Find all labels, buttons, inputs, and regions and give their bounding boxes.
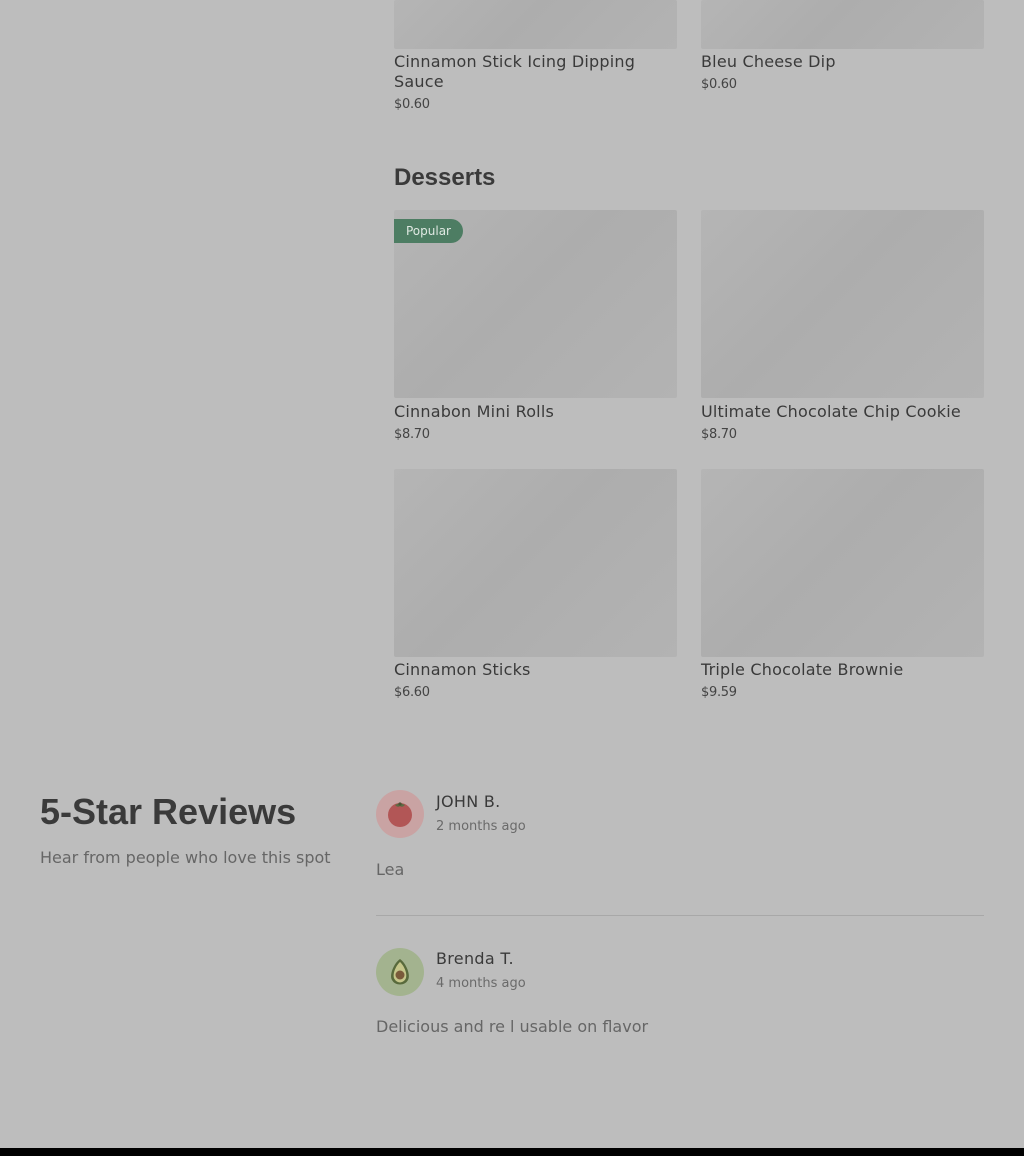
avocado-icon <box>391 959 409 985</box>
menu-item-name[interactable]: Ultimate Chocolate Chip Cookie <box>701 402 984 422</box>
menu-item-price: $8.70 <box>701 427 737 442</box>
reviewer-avatar <box>376 948 424 996</box>
menu-item-name[interactable]: Triple Chocolate Brownie <box>701 660 984 680</box>
menu-item-image[interactable] <box>701 210 984 398</box>
reviews-title: 5-Star Reviews <box>40 791 297 832</box>
section-title-desserts: Desserts <box>394 164 496 191</box>
menu-item-image[interactable] <box>394 469 677 657</box>
tomato-icon <box>388 802 412 827</box>
review-time: 4 months ago <box>436 976 526 991</box>
menu-item-name[interactable]: Cinnamon Sticks <box>394 660 677 680</box>
menu-item-name[interactable]: Bleu Cheese Dip <box>701 52 984 72</box>
popular-badge: Popular <box>394 219 463 243</box>
menu-item-price: $6.60 <box>394 685 430 700</box>
menu-item-price: $9.59 <box>701 685 737 700</box>
reviews-subtitle: Hear from people who love this spot <box>40 848 331 867</box>
reviewer-name: Brenda T. <box>436 949 514 968</box>
menu-item-name[interactable]: Cinnamon Stick Icing Dipping Sauce <box>394 52 677 92</box>
menu-item-image[interactable] <box>394 0 677 49</box>
review-text: Lea <box>376 860 405 879</box>
menu-item-price: $0.60 <box>701 77 737 92</box>
review-text: Delicious and re l usable on flavor <box>376 1017 649 1036</box>
reviewer-name: JOHN B. <box>436 792 501 811</box>
reviewer-avatar <box>376 790 424 838</box>
menu-item-price: $0.60 <box>394 97 430 112</box>
divider <box>376 915 984 916</box>
review-time: 2 months ago <box>436 819 526 834</box>
menu-item-image[interactable] <box>701 469 984 657</box>
menu-item-price: $8.70 <box>394 427 430 442</box>
footer-bar <box>0 1148 1024 1156</box>
menu-item-name[interactable]: Cinnabon Mini Rolls <box>394 402 677 422</box>
menu-item-image[interactable] <box>701 0 984 49</box>
